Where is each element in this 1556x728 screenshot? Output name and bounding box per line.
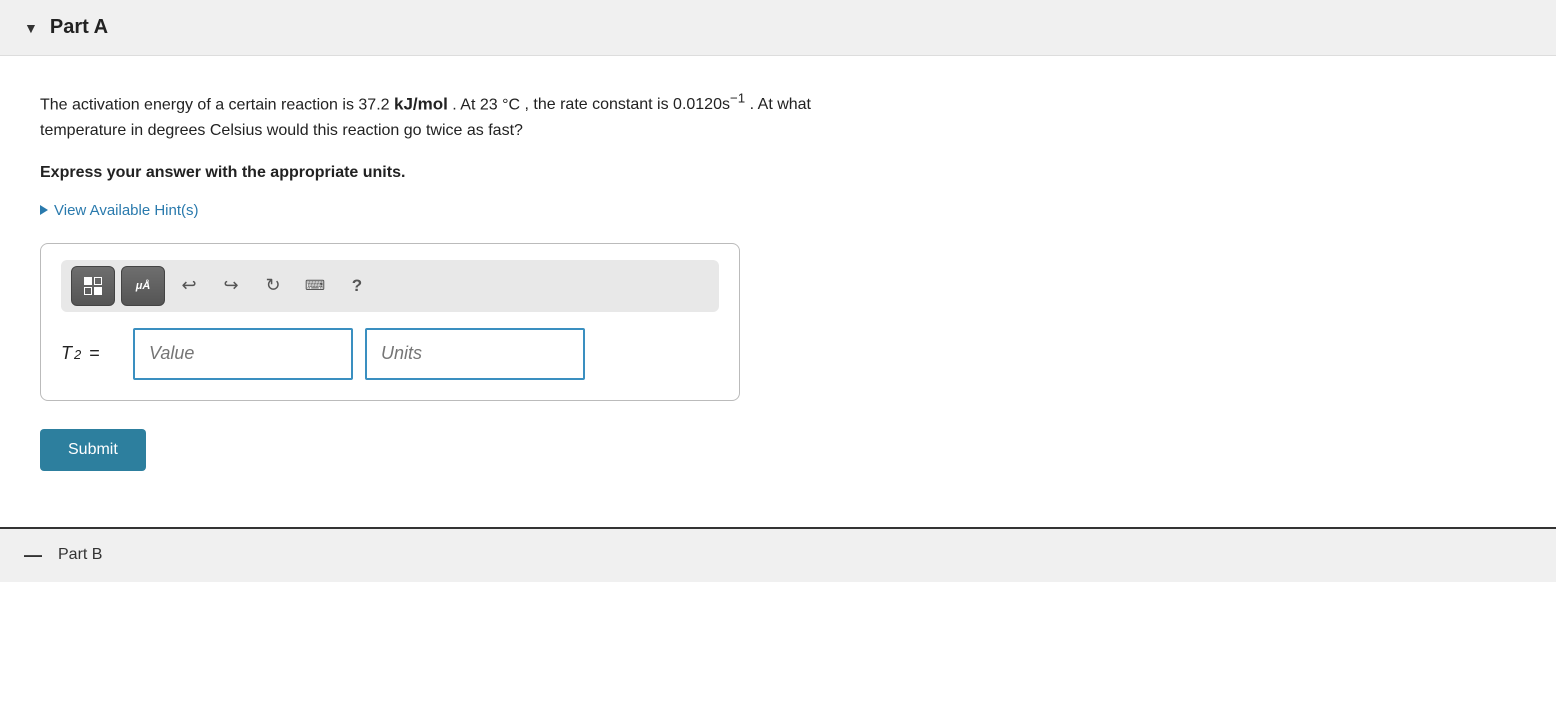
hint-link[interactable]: View Available Hint(s) [40,202,1516,219]
value-input[interactable] [133,328,353,380]
template-sq-2 [94,277,102,285]
part-b-header[interactable]: — Part B [0,527,1556,582]
answer-box: μÅ ↩ ↪ ↻ ⌨ ? T2 = [40,243,740,401]
t2-label: T2 = [61,343,121,364]
keyboard-icon: ⌨ [305,277,325,294]
toolbar: μÅ ↩ ↪ ↻ ⌨ ? [61,260,719,312]
question-line1-mid: . At 23 [452,96,502,113]
submit-button[interactable]: Submit [40,429,146,471]
reset-button[interactable]: ↻ [255,268,291,304]
keyboard-button[interactable]: ⌨ [297,268,333,304]
part-b-chevron: — [24,545,46,566]
question-superscript: −1 [730,91,745,106]
express-instruction: Express your answer with the appropriate… [40,164,1516,182]
hint-link-label: View Available Hint(s) [54,202,199,219]
part-b-title: Part B [58,546,102,564]
redo-button[interactable]: ↪ [213,268,249,304]
input-row: T2 = [61,328,719,380]
question-line2: temperature in degrees Celsius would thi… [40,122,523,139]
question-math-kj: kJ/mol [394,94,448,113]
t2-label-italic: T [61,343,72,364]
part-a-header[interactable]: ▼ Part A [0,0,1556,56]
template-sq-1 [84,277,92,285]
question-text: The activation energy of a certain react… [40,88,940,144]
template-sq-3 [84,287,92,295]
question-math-celsius: °C [502,96,520,113]
template-button[interactable] [71,266,115,306]
part-a-chevron: ▼ [24,20,38,36]
equals-sign: = [89,343,100,364]
t2-label-subscript: 2 [74,347,81,362]
template-icon [84,277,102,295]
units-button-label: μÅ [136,280,151,292]
hint-chevron-icon [40,205,48,215]
units-input[interactable] [365,328,585,380]
content-area: The activation energy of a certain react… [0,56,1556,527]
part-a-title: Part A [50,16,108,39]
template-sq-4 [94,287,102,295]
question-line1-end: , the rate constant is 0.0120s−1 . At wh… [525,96,811,113]
question-line1-start: The activation energy of a certain react… [40,96,390,113]
units-button[interactable]: μÅ [121,266,165,306]
page-container: ▼ Part A The activation energy of a cert… [0,0,1556,728]
help-button[interactable]: ? [339,268,375,304]
undo-button[interactable]: ↩ [171,268,207,304]
